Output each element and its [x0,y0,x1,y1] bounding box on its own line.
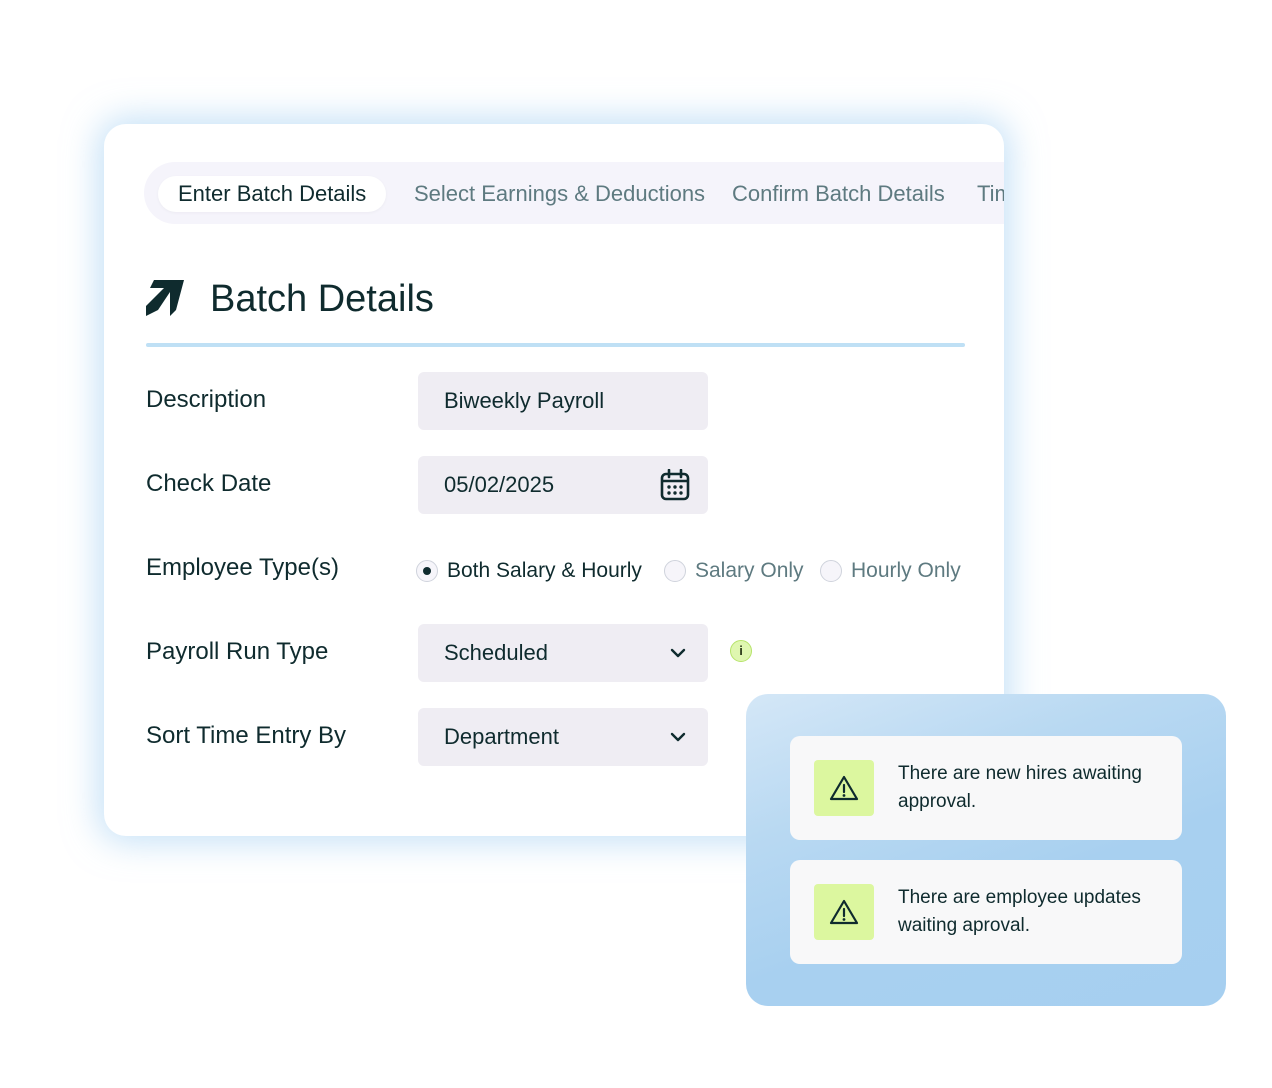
title-divider [146,343,965,347]
check-date-label: Check Date [146,470,272,497]
employee-types-label: Employee Type(s) [146,554,339,581]
radio-unchecked-icon[interactable] [820,560,842,582]
step-tabs: Enter Batch Details Select Earnings & De… [144,162,1004,224]
tab-select-earnings-deductions[interactable]: Select Earnings & Deductions [414,176,705,212]
tab-enter-batch-details[interactable]: Enter Batch Details [158,176,387,212]
logo-icon [146,280,184,316]
info-icon[interactable]: i [730,640,752,662]
page-title: Batch Details [210,278,434,320]
radio-label: Salary Only [695,559,804,582]
notification-message: There are employee updates waiting aprov… [898,887,1141,936]
check-date-value: 05/02/2025 [444,472,555,497]
warning-icon [814,884,874,940]
tab-confirm-batch-details[interactable]: Confirm Batch Details [732,176,945,212]
calendar-icon[interactable] [660,456,690,514]
radio-label: Hourly Only [851,559,961,582]
radio-label: Both Salary & Hourly [447,559,642,582]
payroll-run-type-value: Scheduled [444,640,548,665]
description-value: Biweekly Payroll [444,388,605,413]
radio-checked-icon[interactable] [416,560,438,582]
sort-time-entry-select[interactable]: Department [418,708,708,766]
notifications-panel: There are new hires awaiting approval. T… [746,694,1226,1006]
payroll-run-type-label: Payroll Run Type [146,638,329,665]
check-date-input[interactable]: 05/02/2025 [418,456,708,514]
radio-unchecked-icon[interactable] [664,560,686,582]
chevron-down-icon[interactable] [670,624,686,682]
description-label: Description [146,386,267,413]
notification-employee-updates[interactable]: There are employee updates waiting aprov… [790,860,1182,964]
payroll-run-type-select[interactable]: Scheduled [418,624,708,682]
sort-time-entry-label: Sort Time Entry By [146,722,347,749]
radio-salary-only[interactable]: Salary Only [664,556,804,586]
warning-icon [814,760,874,816]
chevron-down-icon[interactable] [670,708,686,766]
radio-hourly-only[interactable]: Hourly Only [820,556,961,586]
notification-message: There are new hires awaiting approval. [898,763,1142,812]
description-input[interactable]: Biweekly Payroll [418,372,708,430]
tab-time[interactable]: Tim [977,176,1004,212]
radio-both-salary-hourly[interactable]: Both Salary & Hourly [416,556,642,586]
sort-time-entry-value: Department [444,724,559,749]
notification-new-hires[interactable]: There are new hires awaiting approval. [790,736,1182,840]
